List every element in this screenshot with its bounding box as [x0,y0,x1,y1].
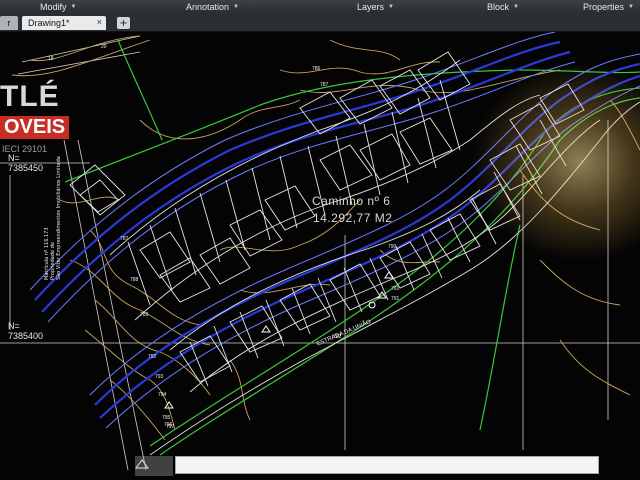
command-line-icon[interactable] [135,456,173,476]
menu-modify[interactable]: Modify ▼ [40,0,76,13]
tab-start-label: r [7,18,11,28]
northing-label-2: N= [8,321,20,331]
contour-label: 794 [158,392,167,398]
file-tab-bar: r Drawing1* × + [0,13,640,32]
contour-label: 18 [48,56,54,62]
autocad-window: Modify ▼ Annotation ▼ Layers ▼ Block ▼ Prope… [0,0,640,480]
contour-label: 20 [101,44,107,50]
chevron-down-icon: ▼ [70,3,77,10]
contour-label: 797 [166,424,175,430]
tab-drawing1[interactable]: Drawing1* × [22,16,106,30]
chevron-down-icon: ▼ [513,3,519,10]
menu-properties-label: Properties [583,1,625,12]
menu-annotation-label: Annotation [186,1,230,12]
contour-label: 790 [388,244,397,250]
drawing-svg [0,32,640,471]
ribbon-panel-bar: Modify ▼ Annotation ▼ Layers ▼ Block ▼ Prope… [0,0,640,14]
menu-layers[interactable]: Layers ▼ [357,0,394,13]
menu-properties[interactable]: Properties ▼ [583,0,634,13]
menu-layers-label: Layers [357,1,385,12]
contour-label: 786 [312,66,321,72]
contour-label: 793 [155,374,164,380]
tab-start[interactable]: r [0,16,18,30]
northing-label-1: N= [8,153,20,163]
drawing-canvas[interactable]: N= 7385450 N= 7385400 Caminho nº 6 14.29… [0,32,640,480]
command-line-input[interactable] [175,456,599,474]
contour-label: 787 [120,236,129,242]
northing-value-1: 7385450 [8,163,44,173]
new-tab-button[interactable]: + [117,17,130,29]
northing-value-2: 7385400 [8,331,44,341]
contour-label: 789 [140,312,149,318]
lot-area: 14.292,77 M2 [313,211,393,225]
contour-label: 795 [162,415,171,421]
menu-block[interactable]: Block ▼ [487,0,519,13]
contour-label: 791 [391,286,400,292]
close-icon[interactable]: × [97,17,102,27]
menu-block-label: Block [487,1,510,12]
menu-annotation[interactable]: Annotation ▼ [186,0,239,13]
lot-title: Caminho nº 6 [312,194,391,208]
contour-label: 787 [320,82,329,88]
chevron-down-icon: ▼ [628,3,634,10]
contour-label: 788 [130,277,139,283]
contour-label: 792 [333,334,342,340]
chevron-down-icon: ▼ [388,3,394,10]
contour-label: 792 [148,354,157,360]
chevron-down-icon: ▼ [233,3,239,10]
menu-modify-label: Modify [40,1,67,12]
property-note: Matrícula nº 116.173 Propriedade de São … [44,156,62,280]
tab-drawing1-label: Drawing1* [28,18,70,28]
contour-label: 791 [391,296,400,302]
property-note-line-3: São Vitor Empreendimentos Imobiliários L… [56,156,62,280]
